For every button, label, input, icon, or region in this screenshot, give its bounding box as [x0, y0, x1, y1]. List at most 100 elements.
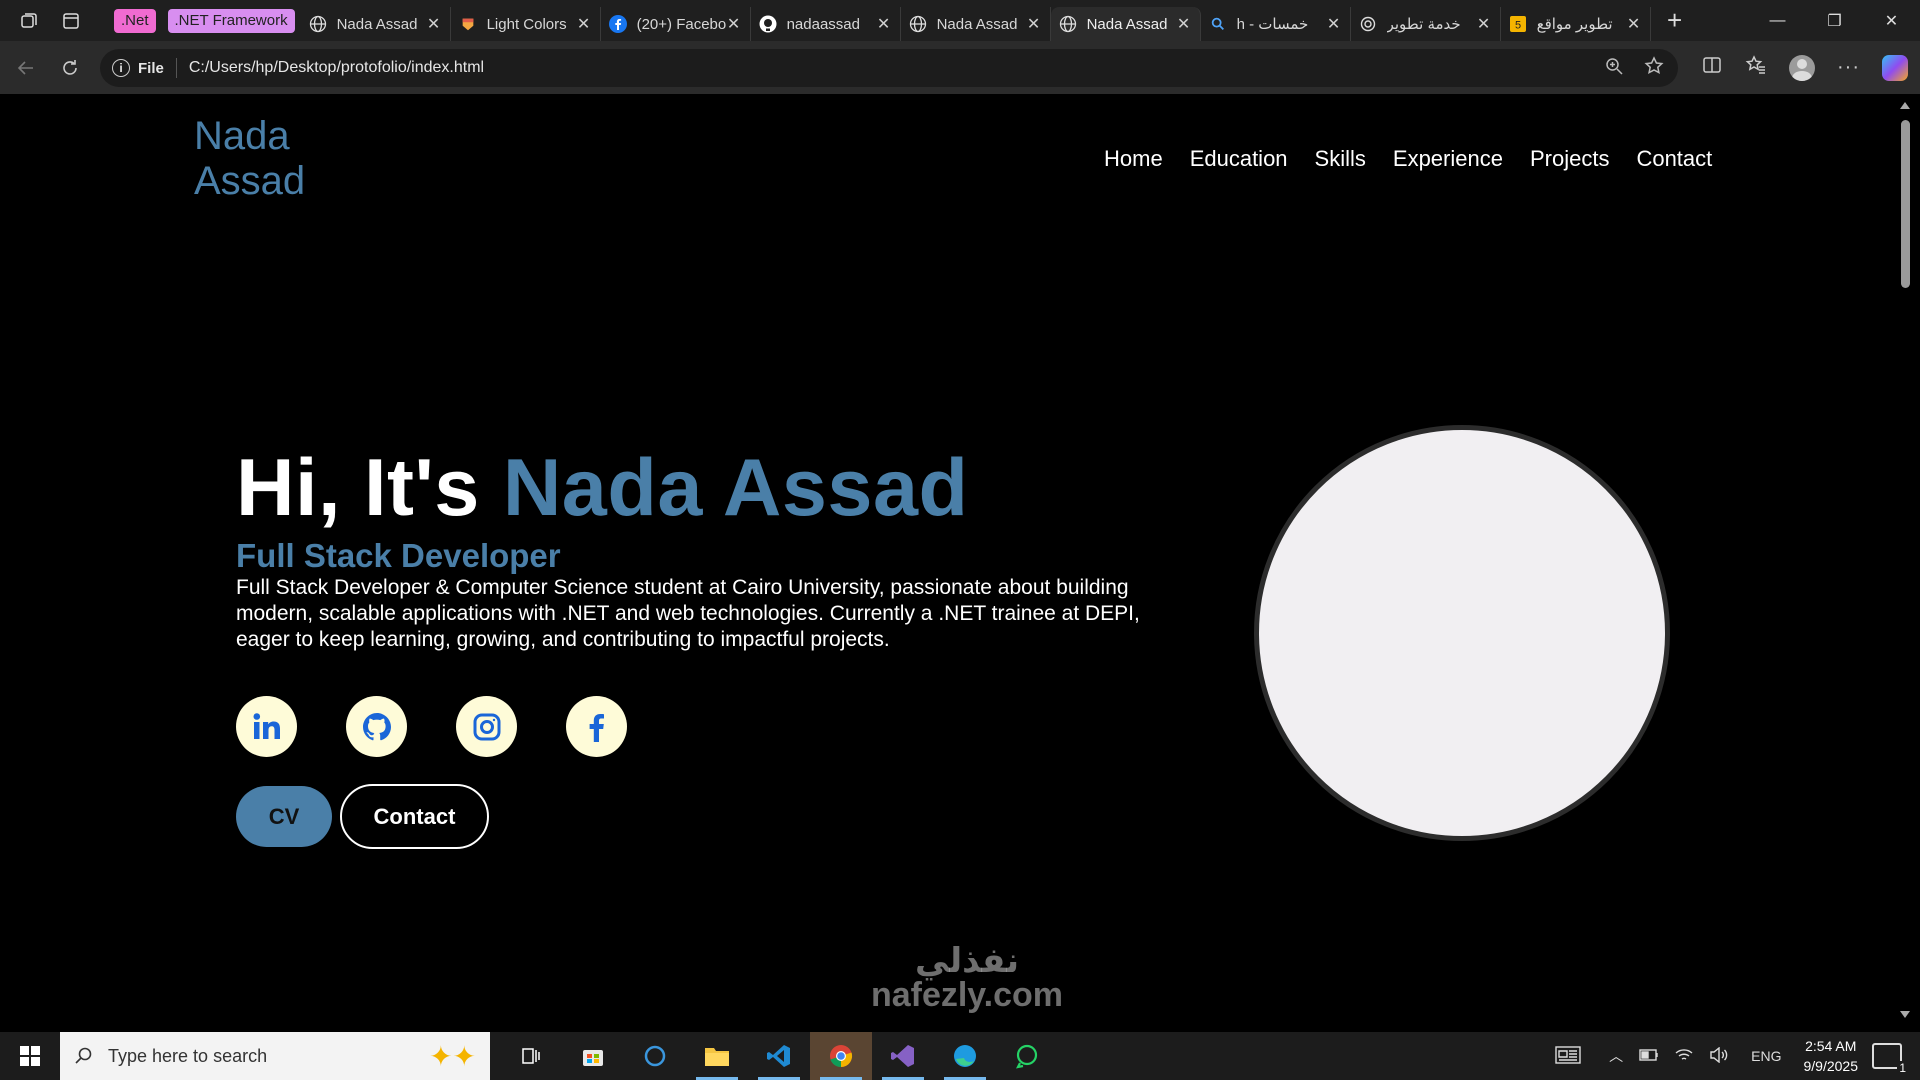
windows-taskbar: Type here to search ✦✦ ︿ ENG 2:54 AM 9/9…: [0, 1032, 1920, 1080]
close-tab-icon[interactable]: ✕: [726, 14, 742, 34]
wifi-icon[interactable]: [1675, 1047, 1693, 1066]
hero-buttons: CV Contact: [236, 784, 489, 849]
favorites-icon[interactable]: [1745, 54, 1767, 81]
tab-facebook[interactable]: (20+) Facebook ✕: [601, 7, 751, 41]
scroll-up-icon[interactable]: [1900, 102, 1910, 109]
minimize-icon[interactable]: —: [1749, 0, 1806, 41]
close-tab-icon[interactable]: ✕: [576, 14, 592, 34]
system-tray: ︿ ENG 2:54 AM 9/9/2025 1: [1547, 1032, 1920, 1080]
nav-projects[interactable]: Projects: [1530, 146, 1609, 172]
globe-icon: [909, 15, 927, 33]
close-tab-icon[interactable]: ✕: [876, 14, 892, 34]
hero-name: Nada Assad: [502, 443, 969, 533]
linkedin-icon: [253, 712, 280, 739]
file-explorer-icon[interactable]: [686, 1032, 748, 1080]
edge-icon[interactable]: [934, 1032, 996, 1080]
tab-group-net[interactable]: .Net: [114, 8, 156, 33]
cv-button[interactable]: CV: [236, 786, 332, 847]
nav-skills[interactable]: Skills: [1315, 146, 1366, 172]
close-tab-icon[interactable]: ✕: [1176, 14, 1192, 34]
task-view-icon[interactable]: [500, 1032, 562, 1080]
close-tab-icon[interactable]: ✕: [1026, 14, 1042, 34]
battery-icon[interactable]: [1639, 1048, 1659, 1065]
url-separator: [175, 58, 177, 78]
restore-icon[interactable]: ❐: [1806, 0, 1863, 41]
linkedin-link[interactable]: [236, 696, 297, 757]
window-controls: — ❐ ✕: [1749, 0, 1920, 41]
logo-first-name: Nada: [194, 114, 290, 158]
favorite-star-icon[interactable]: [1644, 55, 1664, 81]
workspaces-icon[interactable]: [14, 6, 44, 36]
news-widget-icon[interactable]: [1555, 1045, 1581, 1068]
tab-group-net-framework[interactable]: .NET Framework: [167, 8, 295, 33]
logo-last-name: Assad: [194, 159, 306, 203]
scroll-down-icon[interactable]: [1900, 1011, 1910, 1018]
notification-center-icon[interactable]: 1: [1872, 1043, 1908, 1075]
refresh-icon[interactable]: [50, 48, 90, 88]
more-menu-icon[interactable]: ···: [1837, 56, 1860, 79]
contact-button[interactable]: Contact: [340, 784, 489, 849]
zoom-icon[interactable]: [1604, 56, 1624, 81]
tab-actions-icon[interactable]: [56, 6, 86, 36]
facebook-icon: [589, 713, 604, 742]
close-tab-icon[interactable]: ✕: [1626, 14, 1642, 34]
tab-title: Nada Assad: [336, 15, 418, 33]
back-icon[interactable]: [6, 48, 46, 88]
close-tab-icon[interactable]: ✕: [1476, 14, 1492, 34]
close-window-icon[interactable]: ✕: [1863, 0, 1920, 41]
nav-contact[interactable]: Contact: [1636, 146, 1712, 172]
search-icon: [1209, 15, 1227, 33]
start-button[interactable]: [0, 1032, 60, 1080]
nav-education[interactable]: Education: [1190, 146, 1288, 172]
tab-title: تطوير مواقع: [1536, 16, 1613, 33]
url-text[interactable]: C:/Users/hp/Desktop/protofolio/index.htm…: [189, 59, 484, 77]
close-tab-icon[interactable]: ✕: [1326, 14, 1342, 34]
page-scrollbar[interactable]: [1896, 94, 1914, 1026]
split-screen-icon[interactable]: [1701, 54, 1723, 81]
scroll-thumb[interactable]: [1901, 120, 1910, 288]
hero-role: Full Stack Developer: [236, 537, 561, 574]
facebook-link[interactable]: [566, 696, 627, 757]
profile-avatar[interactable]: [1789, 54, 1816, 81]
chevron-up-icon[interactable]: ︿: [1609, 1046, 1623, 1066]
tab-nada-assad-2[interactable]: Nada Assad ✕: [901, 7, 1051, 41]
tab-light-colors[interactable]: Light Colors ✕: [451, 7, 601, 41]
visual-studio-icon[interactable]: [872, 1032, 934, 1080]
tab-title: Nada Assad: [1086, 15, 1168, 33]
tab-title: nadaassad: [786, 15, 860, 33]
chrome-icon[interactable]: [810, 1032, 872, 1080]
github-link[interactable]: [346, 696, 407, 757]
address-bar-row: i File C:/Users/hp/Desktop/protofolio/in…: [0, 41, 1920, 94]
github-icon: [759, 15, 777, 33]
nav-experience[interactable]: Experience: [1393, 146, 1503, 172]
hero-greeting: Hi, It's: [236, 443, 503, 533]
tab-title: (20+) Facebook: [636, 15, 726, 33]
vscode-icon[interactable]: [748, 1032, 810, 1080]
tab-khamsat[interactable]: خمسات - h ✕: [1201, 7, 1351, 41]
url-scheme: File: [138, 59, 164, 77]
tab-dev-service[interactable]: خدمة تطوير ✕: [1351, 7, 1501, 41]
taskbar-search[interactable]: Type here to search ✦✦: [60, 1032, 490, 1080]
store-icon[interactable]: [562, 1032, 624, 1080]
hero-title: Hi, It's Nada Assad: [236, 442, 969, 535]
tab-nada-assad-1[interactable]: Nada Assad ✕: [301, 7, 451, 41]
site-info-icon[interactable]: i: [112, 59, 130, 77]
tab-title: خدمة تطوير: [1386, 16, 1461, 33]
url-bar[interactable]: i File C:/Users/hp/Desktop/protofolio/in…: [100, 49, 1678, 87]
site-logo[interactable]: Nada Assad: [194, 114, 305, 204]
tab-title: Light Colors: [486, 15, 567, 33]
nav-home[interactable]: Home: [1104, 146, 1163, 172]
instagram-link[interactable]: [456, 696, 517, 757]
clock[interactable]: 2:54 AM 9/9/2025: [1804, 1036, 1859, 1076]
whatsapp-icon[interactable]: [996, 1032, 1058, 1080]
clock-time: 2:54 AM: [1805, 1038, 1857, 1054]
cortana-icon[interactable]: [624, 1032, 686, 1080]
tab-github[interactable]: nadaassad ✕: [751, 7, 901, 41]
new-tab-button[interactable]: +: [1659, 5, 1691, 37]
tab-web-dev[interactable]: 5 تطوير مواقع ✕: [1501, 7, 1651, 41]
tab-nada-assad-active[interactable]: Nada Assad ✕: [1050, 7, 1201, 41]
language-indicator[interactable]: ENG: [1751, 1048, 1781, 1064]
close-tab-icon[interactable]: ✕: [426, 14, 442, 34]
volume-icon[interactable]: [1709, 1046, 1729, 1066]
copilot-icon[interactable]: [1882, 54, 1908, 81]
